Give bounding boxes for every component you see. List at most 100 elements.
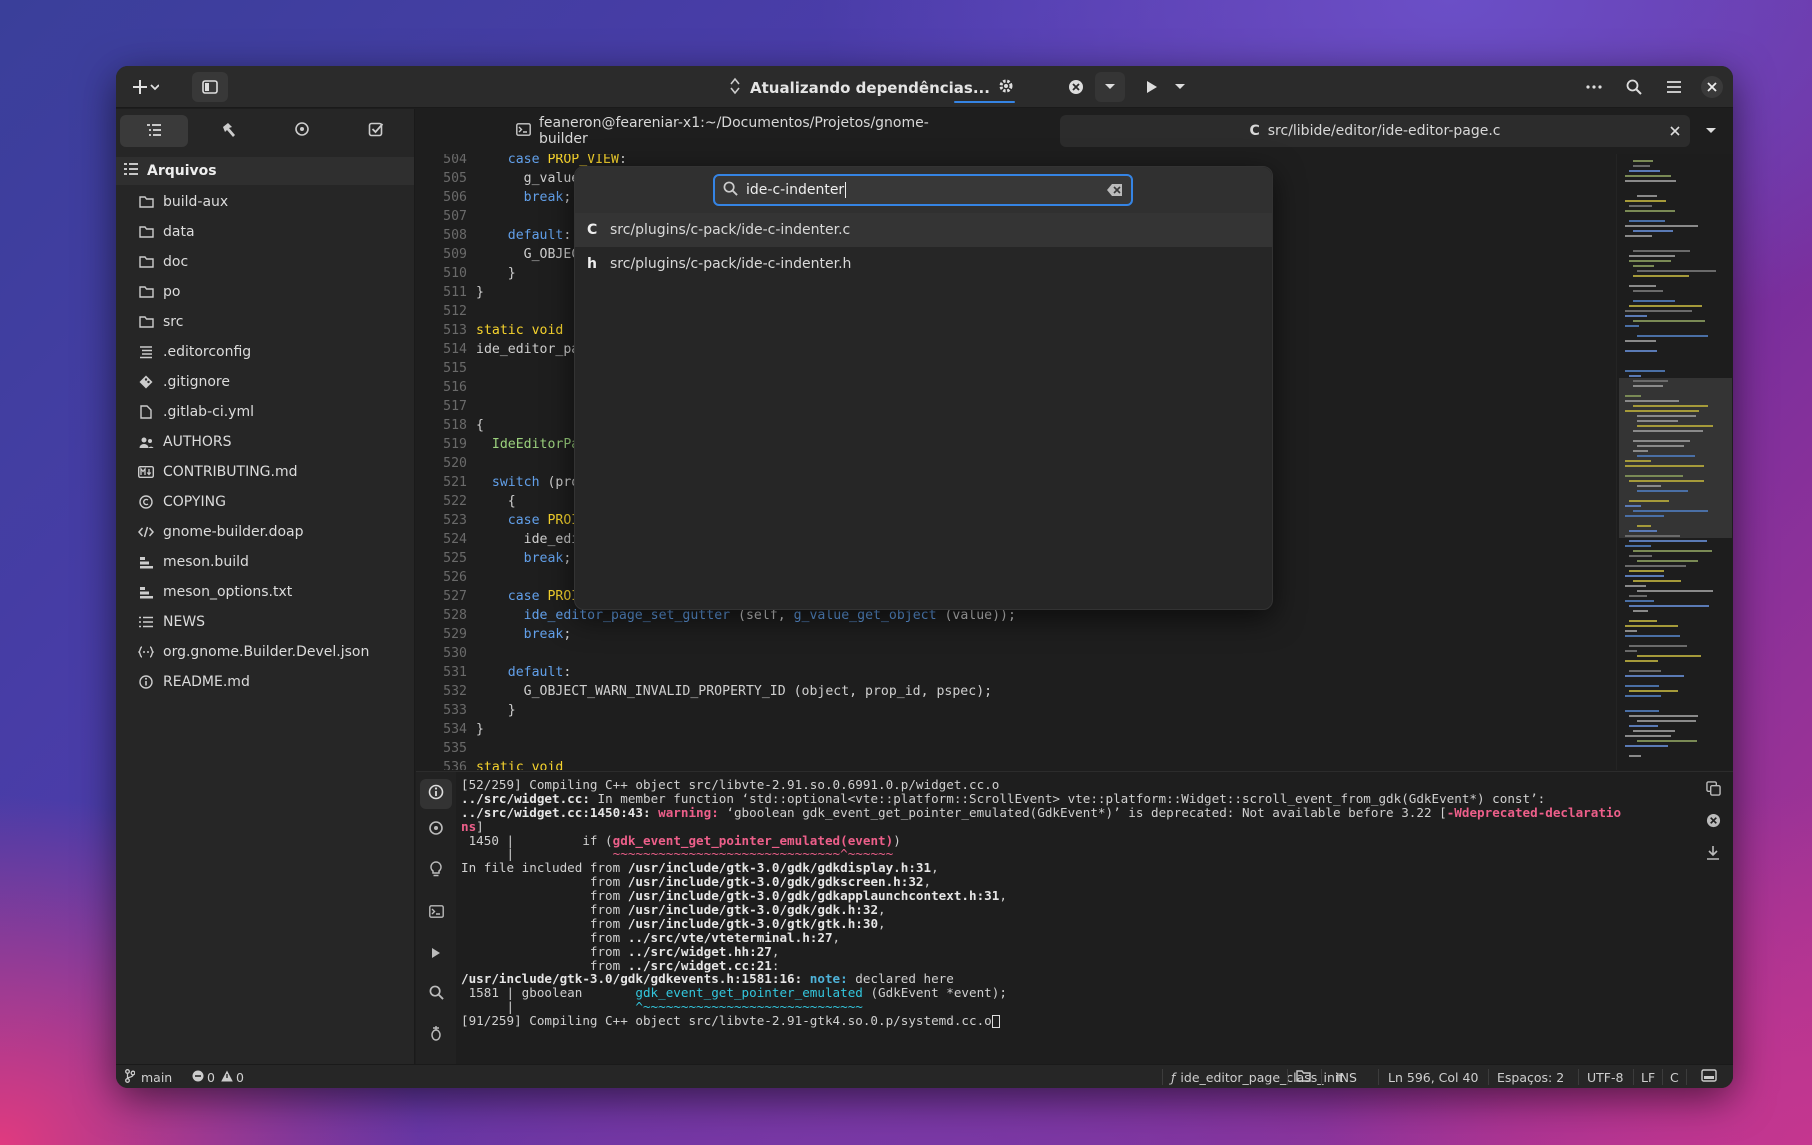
tree-item[interactable]: data [116,217,414,247]
open-folder-button[interactable] [1296,1065,1311,1088]
save-log-button[interactable] [1703,844,1723,864]
tab-terminal[interactable]: feaneron@feareniar-x1:~/Documentos/Proje… [516,115,956,147]
more-button[interactable] [1579,72,1609,102]
tree-item[interactable]: meson_options.txt [116,577,414,607]
tree-item[interactable]: CONTRIBUTING.md [116,457,414,487]
minimap-line [1629,605,1709,607]
branch-indicator[interactable]: main [125,1065,172,1088]
language-setting[interactable]: C [1670,1065,1679,1088]
clear-search-icon[interactable] [1107,184,1123,200]
run-icon [1146,80,1158,94]
json-icon [138,644,154,660]
tab-build[interactable] [194,115,262,147]
close-window-button[interactable] [1701,76,1723,98]
tree-item[interactable]: README.md [116,667,414,697]
minimap-line [1637,720,1696,722]
search-input[interactable]: ide-c-indenter [713,174,1133,206]
tree-item[interactable]: meson.build [116,547,414,577]
tree-item[interactable]: NEWS [116,607,414,637]
tree-item[interactable]: doc [116,247,414,277]
from-word: from [461,888,628,904]
panel-tab-search[interactable] [426,984,446,1004]
toggle-sidebar-button[interactable] [192,72,228,102]
indentation-setting[interactable]: Espaços: 2 [1497,1065,1564,1088]
copyright-icon [138,494,154,510]
tab-list-button[interactable] [1696,115,1726,147]
tab-todo[interactable] [342,115,410,147]
include-path: ../src/vte/vteterminal.h:27 [627,929,833,945]
branch-name: main [141,1069,173,1085]
line-number: 522 [443,494,467,509]
tree-item[interactable]: build-aux [116,187,414,217]
search-result[interactable]: h src/plugins/c-pack/ide-c-indenter.h [575,247,1272,281]
cursor-position[interactable]: Ln 596, Col 40 [1388,1065,1478,1088]
tab-symbols[interactable] [268,115,336,147]
run-menu-button[interactable] [1168,72,1192,102]
punctuation: , [771,943,780,959]
tree-item[interactable]: AUTHORS [116,427,414,457]
tree-item[interactable]: COPYING [116,487,414,517]
search-button[interactable] [1619,72,1649,102]
symbol-indicator[interactable]: ƒ ide_editor_page_class_init [1171,1065,1343,1088]
tree-item[interactable]: po [116,277,414,307]
line-ending-setting[interactable]: LF [1641,1065,1655,1088]
tree-item[interactable]: org.gnome.Builder.Devel.json [116,637,414,667]
add-icon [133,79,159,95]
build-progress[interactable]: Atualizando dependências... [730,76,1064,100]
minimap-line [1633,250,1690,252]
tree-item[interactable]: .gitignore [116,367,414,397]
main-menu-button[interactable] [1659,72,1689,102]
build-log[interactable]: [52/259] Compiling C++ object src/libvte… [461,778,1681,1063]
tree-item[interactable]: .editorconfig [116,337,414,367]
tab-file[interactable]: C src/libide/editor/ide-editor-page.c [1060,115,1690,147]
cancel-build-button[interactable] [1063,72,1089,102]
log-line: ns] [461,818,484,834]
code-text: G_OBJECT_WARN_INVALID_PROPERTY_ID (objec… [476,684,993,699]
minimap-line [1629,305,1702,307]
code-text: static void [476,760,564,770]
minimap-line [1625,695,1661,697]
minimap-line [1625,370,1665,372]
minimap-line [1629,715,1698,717]
file-tree: build-aux data doc po src .editorconfig .gitig… [116,187,414,697]
search-result[interactable]: C src/plugins/c-pack/ide-c-indenter.c [575,213,1272,247]
progress-text: Atualizando dependências... [750,79,990,97]
panel-tab-terminal[interactable] [426,902,446,922]
from-word: from [461,874,628,890]
panel-tab-debugger[interactable] [426,1025,446,1045]
c-file-icon: C [1249,123,1260,139]
minimap-viewport[interactable] [1619,378,1732,538]
tab-terminal-label: feaneron@feareniar-x1:~/Documentos/Proje… [539,115,929,147]
add-menu-button[interactable] [124,72,168,102]
header-file-icon: h [587,256,597,272]
chevron-down-icon [1104,83,1116,91]
folder-icon [1296,1069,1311,1085]
panel-tab-symbols[interactable] [426,820,446,840]
minimap-line [1629,690,1678,692]
tree-header[interactable]: Arquivos [116,157,414,185]
panel-tab-messages[interactable] [420,779,452,809]
minimap[interactable] [1616,154,1733,770]
code-text: { [476,418,484,433]
tree-item[interactable]: src [116,307,414,337]
panel-tab-diagnostics[interactable] [426,861,446,881]
encoding-setting[interactable]: UTF-8 [1587,1065,1623,1088]
panel-tab-run[interactable] [426,943,446,963]
clear-log-button[interactable] [1703,812,1723,832]
minimap-line [1625,210,1675,212]
run-button[interactable] [1137,72,1167,102]
minimap-line [1625,315,1647,317]
tree-item[interactable]: .gitlab-ci.yml [116,397,414,427]
include-path: ../src/widget.hh:27 [627,943,772,959]
build-menu-button[interactable] [1095,72,1125,102]
close-tab-icon[interactable] [1670,124,1680,140]
minimap-line [1633,380,1668,382]
diagnostics-indicator[interactable]: 0 0 [192,1065,244,1088]
tab-project-tree[interactable] [120,115,188,147]
code-text: break; [523,627,572,642]
minimap-line [1633,730,1675,732]
copy-log-button[interactable] [1703,780,1723,800]
tree-item[interactable]: gnome-builder.doap [116,517,414,547]
toggle-panel-button[interactable] [1701,1065,1717,1088]
header-bar: Atualizando dependências... [116,66,1733,108]
